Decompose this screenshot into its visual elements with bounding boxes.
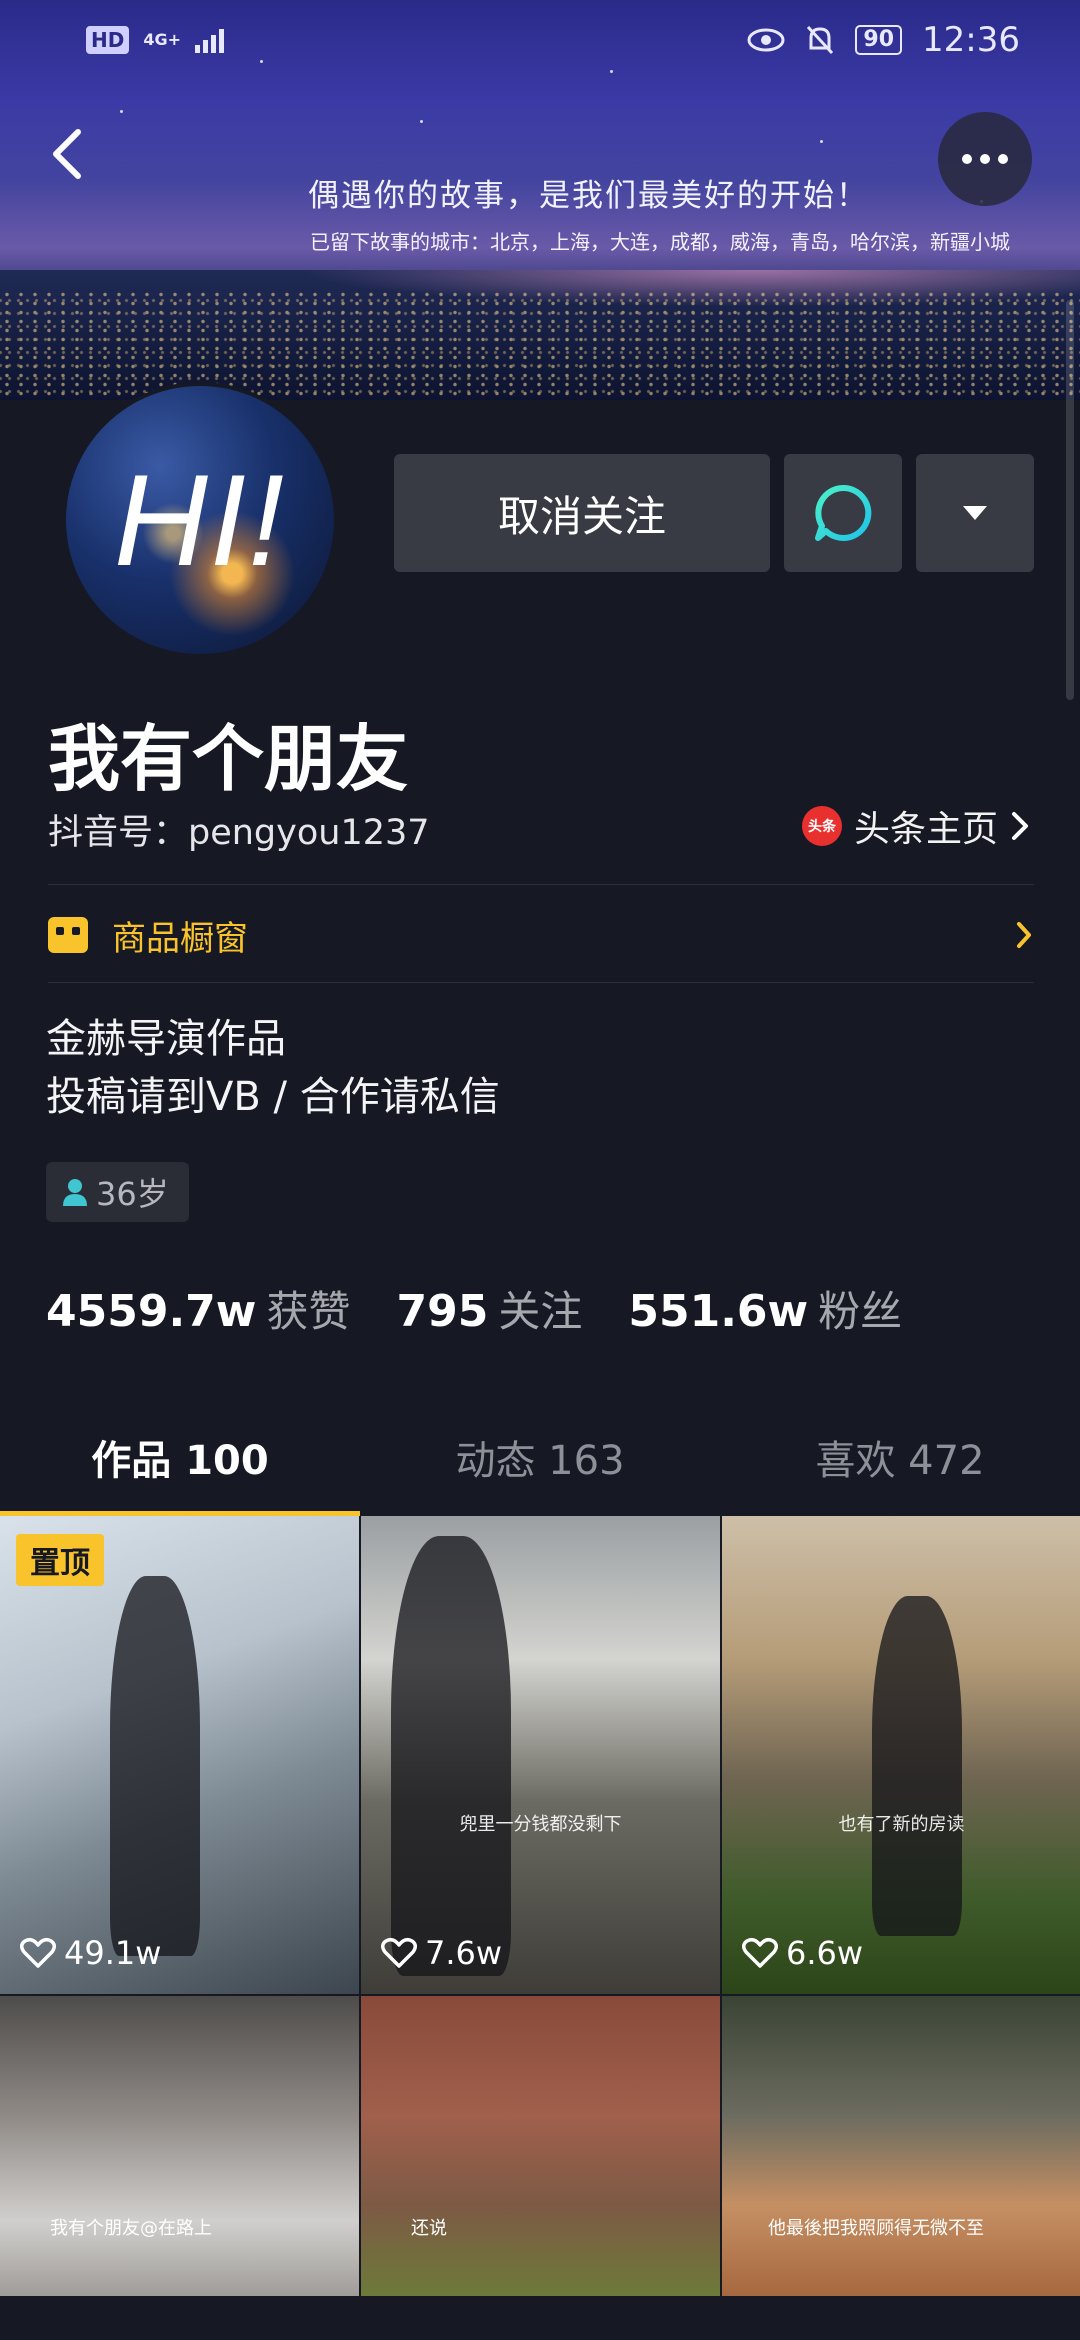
chevron-right-icon (1012, 812, 1028, 840)
chat-bubble-icon (815, 484, 872, 541)
stat-likes[interactable]: 4559.7w 获赞 (46, 1278, 350, 1339)
tab-works[interactable]: 作品 100 (0, 1398, 360, 1516)
stat-label: 粉丝 (818, 1287, 903, 1336)
banner-star (820, 140, 823, 143)
toutiao-label: 头条主页 (853, 809, 998, 850)
age-tag: 36岁 (46, 1162, 189, 1222)
video-caption: 他最後把我照顾得无微不至 (768, 2218, 984, 2239)
stat-number: 4559.7w (46, 1286, 257, 1337)
video-tile[interactable]: 还说 (361, 1996, 720, 2296)
shop-icon (48, 917, 88, 953)
bio-line: 金赫导演作品 (46, 1016, 286, 1062)
stats-row: 4559.7w 获赞 795 关注 551.6w 粉丝 (46, 1278, 948, 1339)
message-button[interactable] (784, 454, 902, 572)
unfollow-button[interactable]: 取消关注 (394, 454, 770, 572)
like-count: 49.1w (20, 1934, 161, 1972)
banner-subtitle: 已留下故事的城市：北京，上海，大连，成都，威海，青岛，哈尔滨，新疆小城 (310, 230, 1010, 254)
banner-title: 偶遇你的故事，是我们最美好的开始！ (308, 178, 869, 214)
signal-icon (195, 27, 225, 53)
stat-label: 获赞 (266, 1287, 351, 1336)
toutiao-homepage-link[interactable]: 头条 头条主页 (801, 800, 1030, 852)
back-arrow-icon (53, 129, 81, 179)
stat-number: 795 (396, 1286, 489, 1337)
avatar-text: HI! (113, 447, 287, 593)
video-tile[interactable]: 也有了新的房读 6.6w (722, 1516, 1080, 1994)
tab-likes[interactable]: 喜欢 472 (720, 1398, 1080, 1516)
like-count: 7.6w (381, 1934, 502, 1972)
video-tile[interactable]: 兜里一分钱都没剩下 7.6w (361, 1516, 720, 1994)
tile-figure (872, 1596, 962, 1936)
divider (48, 884, 1034, 885)
age-label: 36岁 (96, 1175, 169, 1213)
tile-figure (110, 1576, 200, 1956)
banner-star (420, 120, 423, 123)
eye-comfort-icon (747, 28, 785, 52)
shop-window-label: 商品橱窗 (112, 918, 248, 959)
like-count-value: 49.1w (64, 1934, 162, 1972)
stat-label: 关注 (498, 1287, 583, 1336)
status-left: HD 4G+ (86, 26, 747, 54)
like-count: 6.6w (742, 1934, 863, 1972)
bio: 金赫导演作品 投稿请到VB / 合作请私信 (46, 1010, 500, 1126)
triangle-down-icon (963, 506, 987, 520)
hd-badge: HD (86, 26, 130, 54)
more-options-button[interactable] (938, 112, 1032, 206)
scrollbar[interactable] (1066, 300, 1074, 700)
more-dot-icon (998, 154, 1008, 164)
chevron-right-icon (1017, 922, 1031, 948)
heart-icon (20, 1937, 56, 1968)
heart-icon (381, 1937, 417, 1968)
tile-figure (391, 1536, 511, 1976)
network-type: 4G+ (143, 30, 182, 49)
back-button[interactable] (48, 126, 98, 186)
profile-banner: HD 4G+ 90 12:36 偶遇你的故事，是我们最美好的开始！ 已留下故事的… (0, 0, 1080, 400)
video-caption: 我有个朋友@在路上 (50, 2218, 212, 2239)
tab-activity[interactable]: 动态 163 (360, 1398, 720, 1516)
mute-bell-icon (807, 25, 834, 55)
video-caption: 也有了新的房读 (838, 1814, 965, 1835)
shop-window-row[interactable]: 商品橱窗 (48, 886, 1034, 984)
like-count-value: 7.6w (425, 1934, 503, 1972)
stat-number: 551.6w (628, 1286, 809, 1337)
profile-tabs: 作品 100 动态 163 喜欢 472 (0, 1398, 1080, 1516)
video-grid: 置顶 49.1w 兜里一分钱都没剩下 7.6w 也有了新的房读 6.6w 我有个… (0, 1516, 1080, 2296)
douyin-id[interactable]: 抖音号：pengyou1237 (48, 804, 430, 855)
bio-line: 投稿请到VB / 合作请私信 (46, 1074, 500, 1120)
stat-followers[interactable]: 551.6w 粉丝 (628, 1278, 902, 1339)
banner-city-lights (0, 290, 1080, 400)
stat-following[interactable]: 795 关注 (396, 1278, 582, 1339)
more-dot-icon (962, 154, 972, 164)
video-caption: 兜里一分钱都没剩下 (459, 1814, 622, 1835)
video-caption: 还说 (411, 2218, 447, 2239)
toutiao-logo-icon: 头条 (801, 806, 842, 846)
video-tile[interactable]: 置顶 49.1w (0, 1516, 359, 1994)
heart-icon (742, 1937, 778, 1968)
status-right: 90 12:36 (747, 20, 1020, 60)
avatar[interactable]: HI! (62, 382, 338, 658)
video-tile[interactable]: 我有个朋友@在路上 (0, 1996, 359, 2296)
banner-star (120, 110, 123, 113)
recommend-dropdown-button[interactable] (916, 454, 1034, 572)
nickname: 我有个朋友 (48, 717, 409, 801)
divider (48, 982, 1034, 983)
battery-indicator: 90 (855, 25, 903, 55)
clock: 12:36 (922, 20, 1020, 60)
status-bar: HD 4G+ 90 12:36 (0, 0, 1080, 80)
like-count-value: 6.6w (786, 1934, 864, 1972)
video-tile[interactable]: 他最後把我照顾得无微不至 (722, 1996, 1080, 2296)
more-dot-icon (980, 154, 990, 164)
pinned-badge: 置顶 (16, 1534, 104, 1586)
person-icon (63, 1179, 87, 1206)
